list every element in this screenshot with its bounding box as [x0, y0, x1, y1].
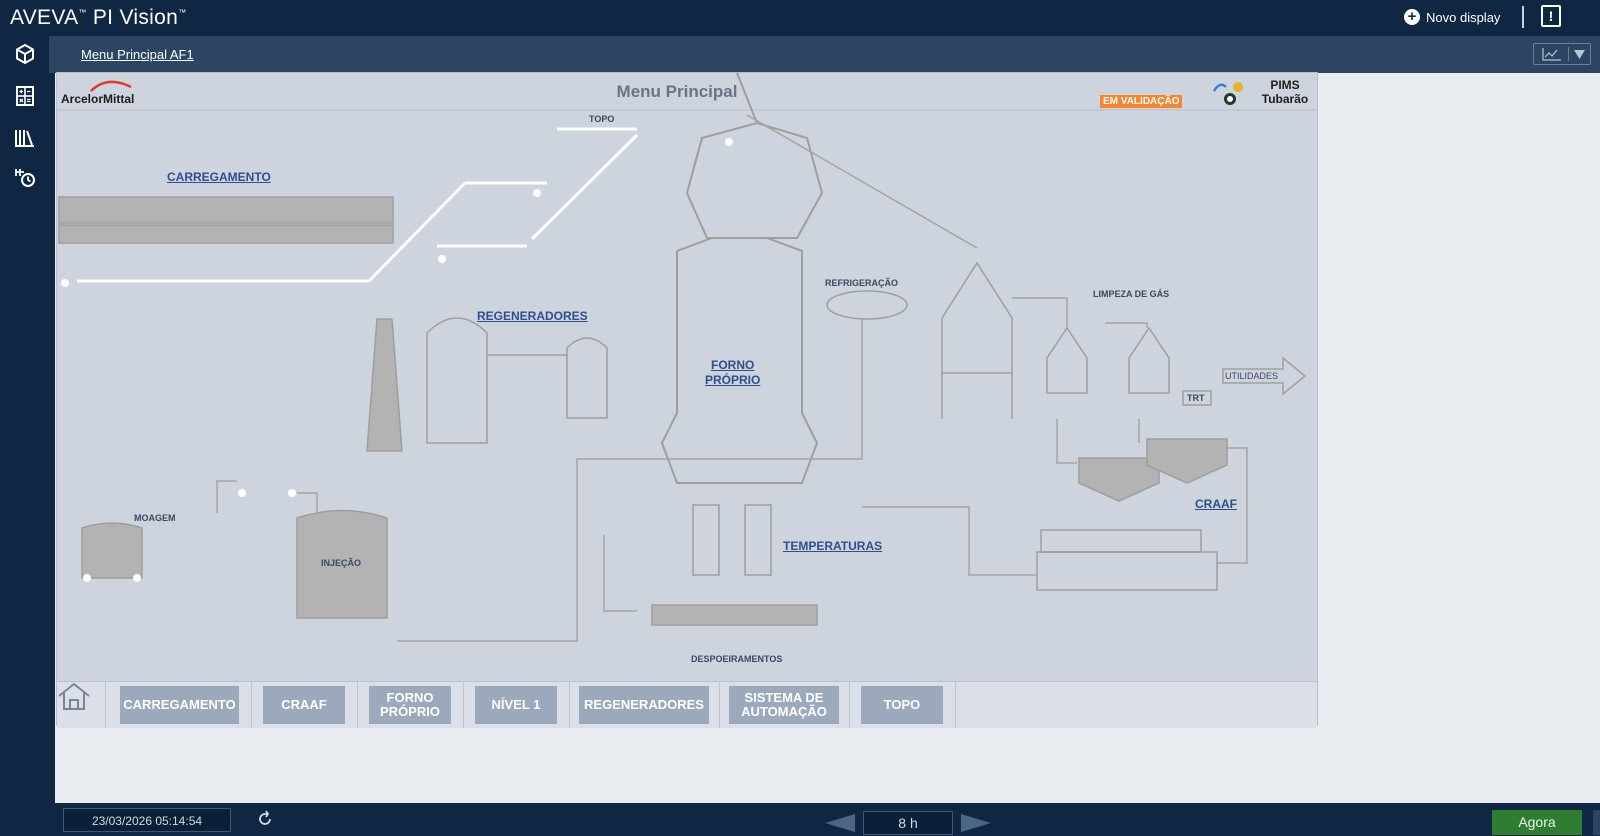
- trend-icon: [1542, 48, 1561, 61]
- topo-label: TOPO: [589, 114, 615, 124]
- nav-cell-sistema: SISTEMA DE AUTOMAÇÃO: [719, 682, 850, 728]
- nav-craaf-button[interactable]: CRAAF: [263, 686, 345, 724]
- temperature-sensors: [692, 504, 772, 576]
- nav-nivel1-button[interactable]: NÍVEL 1: [475, 686, 557, 724]
- grinding-silo: [81, 522, 143, 579]
- limpeza-gas-label: LIMPEZA DE GÁS: [1093, 289, 1170, 299]
- arcelormittal-logo-icon: [90, 80, 132, 92]
- nav-forno-proprio-button[interactable]: FORNO PRÓPRIO: [369, 686, 451, 724]
- time-forward-icon[interactable]: [961, 814, 991, 832]
- nav-cell-topo: TOPO: [849, 682, 956, 728]
- blast-furnace: [660, 73, 824, 484]
- gas-cleaning-cyclones: [1046, 326, 1170, 394]
- trademark-symbol: ™: [178, 8, 187, 17]
- nav-cell-carregamento: CARREGAMENTO: [105, 682, 252, 728]
- dust-catcher: [941, 261, 1013, 419]
- display-title: Menu Principal: [616, 82, 738, 101]
- pims-line1: PIMS: [1270, 78, 1300, 92]
- trend-toggle-button[interactable]: [1533, 43, 1591, 65]
- validation-badge: EM VALIDAÇÃO: [1100, 95, 1183, 108]
- chevron-down-icon: [1574, 50, 1585, 59]
- app-title-main: AVEVA: [10, 6, 79, 29]
- dedusting-hopper: [651, 604, 818, 626]
- stockhouse-bins: [58, 196, 394, 244]
- craaf-link[interactable]: CRAAF: [1195, 497, 1237, 511]
- area-navigation-bar: CARREGAMENTO CRAAF FORNO PRÓPRIO NÍVEL 1…: [57, 681, 1317, 728]
- regenerators: [426, 317, 608, 444]
- calculator-icon[interactable]: [13, 84, 37, 108]
- nav-cell-nivel1: NÍVEL 1: [463, 682, 570, 728]
- pims-site-label: PIMS Tubarão: [1255, 78, 1315, 106]
- nav-topo-button[interactable]: TOPO: [861, 686, 943, 724]
- alert-icon[interactable]: !: [1541, 5, 1561, 27]
- trademark-symbol: ™: [78, 8, 87, 17]
- forno-proprio-link[interactable]: FORNO PRÓPRIO: [705, 358, 760, 388]
- carregamento-link[interactable]: CARREGAMENTO: [167, 170, 271, 184]
- nav-forno-line2: PRÓPRIO: [380, 704, 440, 719]
- end-time-field[interactable]: 23/03/2026 05:14:54: [63, 808, 231, 832]
- nav-cell-regeneradores: REGENERADORES: [569, 682, 720, 728]
- library-icon[interactable]: [13, 126, 37, 150]
- cube-icon[interactable]: [13, 42, 37, 66]
- nav-cell-forno: FORNO PRÓPRIO: [357, 682, 464, 728]
- app-title: AVEVA™ PI Vision™: [10, 6, 186, 30]
- new-display-button[interactable]: + Novo display: [1404, 9, 1500, 25]
- temperaturas-link[interactable]: TEMPERATURAS: [783, 539, 882, 553]
- forno-link-line2: PRÓPRIO: [705, 373, 761, 387]
- chimney: [366, 318, 403, 452]
- nav-carregamento-button[interactable]: CARREGAMENTO: [120, 686, 239, 724]
- now-button[interactable]: Agora: [1492, 810, 1582, 835]
- nav-forno-line1: FORNO: [386, 690, 434, 705]
- moagem-label: MOAGEM: [134, 513, 176, 523]
- time-range-bar: 23/03/2026 05:14:54 8 h Agora: [55, 803, 1600, 836]
- home-icon[interactable]: [57, 682, 91, 712]
- display-toolbar: Menu Principal AF1: [49, 36, 1600, 73]
- process-display: ArcelorMittal Menu Principal EM VALIDAÇÃ…: [56, 72, 1318, 728]
- app-title-sub: PI Vision: [92, 6, 179, 29]
- nav-sistema-line2: AUTOMAÇÃO: [741, 704, 827, 719]
- company-logo-text: ArcelorMittal: [61, 92, 135, 106]
- craaf-equipment: [1036, 438, 1228, 591]
- breadcrumb[interactable]: Menu Principal AF1: [81, 47, 194, 62]
- time-back-icon[interactable]: [825, 814, 855, 832]
- pims-status-icon: [1212, 82, 1243, 105]
- forno-link-line1: FORNO: [711, 358, 755, 372]
- header-divider: [1522, 6, 1524, 28]
- injecao-label: INJEÇÃO: [321, 558, 362, 568]
- event-timer-icon[interactable]: [13, 166, 37, 190]
- refresh-icon[interactable]: [256, 810, 274, 828]
- trt-label: TRT: [1187, 393, 1205, 403]
- nav-sistema-line1: SISTEMA DE: [744, 690, 824, 705]
- nav-regeneradores-button[interactable]: REGENERADORES: [579, 686, 709, 724]
- utilidades-label: UTILIDADES: [1225, 371, 1279, 381]
- new-display-label: Novo display: [1426, 9, 1501, 25]
- top-bar: AVEVA™ PI Vision™ + Novo display !: [0, 0, 1600, 36]
- time-span-field[interactable]: 8 h: [863, 811, 953, 835]
- cooling-tank: [826, 290, 908, 320]
- plus-circle-icon: +: [1404, 9, 1420, 25]
- pims-line2: Tubarão: [1261, 92, 1309, 106]
- nav-cell-craaf: CRAAF: [251, 682, 358, 728]
- left-sidebar: [0, 36, 49, 836]
- timebar-edge: [1593, 810, 1600, 835]
- nav-sistema-automacao-button[interactable]: SISTEMA DE AUTOMAÇÃO: [729, 686, 839, 724]
- trend-button-divider: [1568, 47, 1569, 61]
- nav-cell-home: [57, 682, 106, 728]
- regeneradores-link[interactable]: REGENERADORES: [477, 309, 588, 323]
- despoeiramentos-label: DESPOEIRAMENTOS: [691, 654, 783, 664]
- refrigeracao-label: REFRIGERAÇÃO: [825, 278, 899, 288]
